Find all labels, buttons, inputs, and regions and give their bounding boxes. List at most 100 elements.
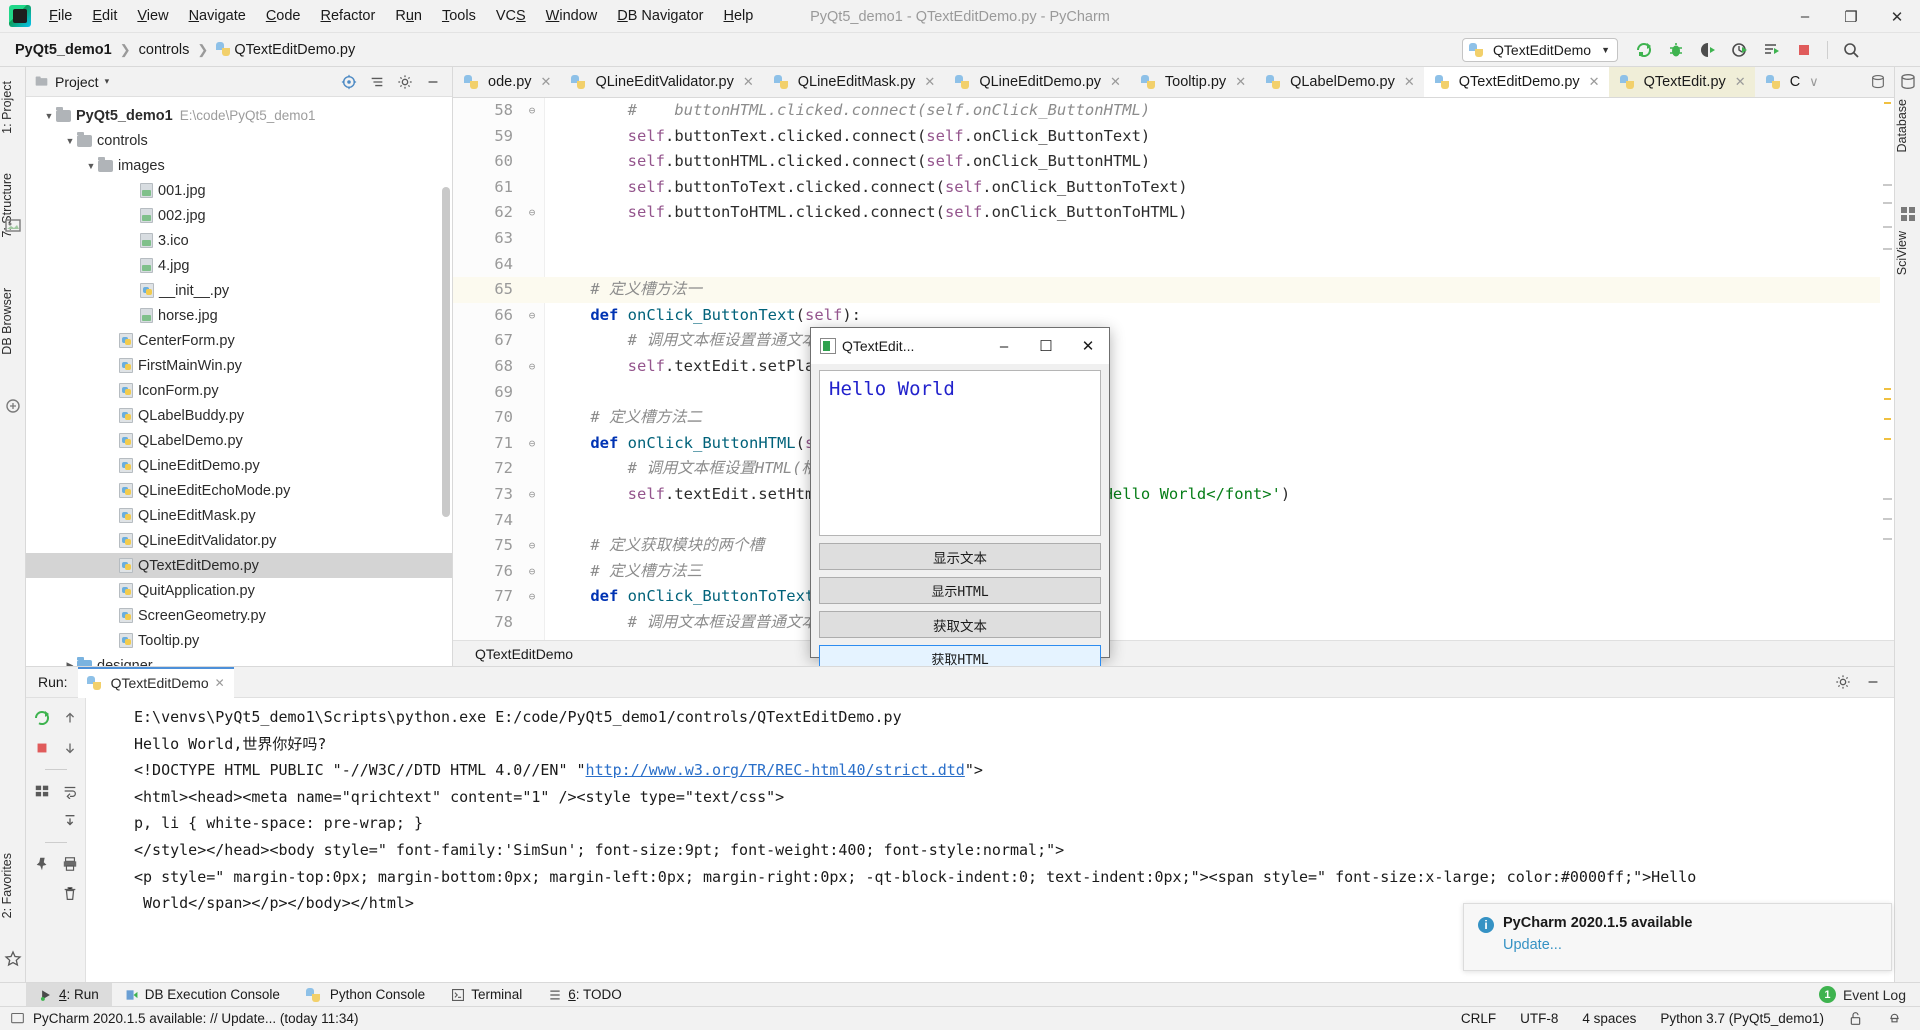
fold-marker-icon[interactable]: ⊖ <box>525 533 539 559</box>
event-log-area[interactable]: 1 Event Log <box>1818 986 1920 1003</box>
tree-item-designer[interactable]: ▶ designer <box>26 653 452 666</box>
rerun-button[interactable] <box>29 706 55 730</box>
tree-item-qlabelbuddy-py[interactable]: ▶ QLabelBuddy.py <box>26 403 452 428</box>
editor-tab-qtextedit-py[interactable]: QTextEdit.py ✕ <box>1608 67 1755 97</box>
tree-item-quitapplication-py[interactable]: ▶ QuitApplication.py <box>26 578 452 603</box>
menu-item-navigate[interactable]: Navigate <box>179 4 256 28</box>
tree-item-qlineeditechomode-py[interactable]: ▶ QLineEditEchoMode.py <box>26 478 452 503</box>
editor-marker-column[interactable] <box>1880 98 1894 640</box>
tree-item-iconform-py[interactable]: ▶ IconForm.py <box>26 378 452 403</box>
tree-item-images[interactable]: ▼ images <box>26 153 452 178</box>
status-interpreter[interactable]: Python 3.7 (PyQt5_demo1) <box>1660 1011 1824 1026</box>
sidebar-tab-database[interactable]: Database <box>1895 93 1920 159</box>
toolwindow-run[interactable]: 4: Run <box>26 982 112 1007</box>
status-indent[interactable]: 4 spaces <box>1582 1011 1636 1026</box>
run-with-params-button[interactable] <box>1758 37 1786 63</box>
editor-tab-qlineeditdemo-py[interactable]: QLineEditDemo.py ✕ <box>944 67 1130 97</box>
menu-item-code[interactable]: Code <box>256 4 311 28</box>
chevron-down-icon[interactable]: ∨ <box>1809 74 1819 90</box>
fold-marker-icon[interactable]: ⊖ <box>525 303 539 329</box>
qtextedit-demo-dialog[interactable]: QTextEdit... – ☐ ✕ Hello World 显示文本 显示HT… <box>810 327 1110 672</box>
get-text-button[interactable]: 获取文本 <box>819 611 1101 638</box>
collapse-all-button[interactable] <box>364 70 390 94</box>
show-html-button[interactable]: 显示HTML <box>819 577 1101 604</box>
close-button[interactable]: ✕ <box>1874 0 1920 33</box>
sidebar-tab-sciview[interactable]: SciView <box>1895 225 1920 281</box>
pin-tab-button[interactable] <box>29 852 55 876</box>
scroll-to-end-button[interactable] <box>57 809 83 833</box>
tree-item-3-ico[interactable]: ▶ 3.ico <box>26 228 452 253</box>
fold-marker-icon[interactable]: ⊖ <box>525 200 539 226</box>
tree-item-qlabeldemo-py[interactable]: ▶ QLabelDemo.py <box>26 428 452 453</box>
chevron-down-icon[interactable]: ▾ <box>105 76 110 87</box>
toolwindow-todo[interactable]: 6: TODO <box>535 983 635 1007</box>
fold-marker-icon[interactable]: ⊖ <box>525 354 539 380</box>
settings-gear-icon[interactable] <box>1830 670 1856 694</box>
favorites-star-icon[interactable] <box>4 397 22 415</box>
close-icon[interactable]: ✕ <box>1404 74 1415 90</box>
update-notification[interactable]: i PyCharm 2020.1.5 available Update... <box>1463 903 1892 971</box>
tree-item-controls[interactable]: ▼ controls <box>26 128 452 153</box>
run-button[interactable] <box>1630 37 1658 63</box>
profile-button[interactable] <box>1726 37 1754 63</box>
status-encoding[interactable]: UTF-8 <box>1520 1011 1558 1026</box>
fold-marker-icon[interactable]: ⊖ <box>525 98 539 124</box>
tree-item-pyqt5-demo1[interactable]: ▼ PyQt5_demo1 E:\code\PyQt5_demo1 <box>26 103 452 128</box>
clear-all-button[interactable] <box>57 882 83 906</box>
database-icon[interactable] <box>1899 73 1917 91</box>
tree-item---init---py[interactable]: ▶ __init__.py <box>26 278 452 303</box>
menu-item-view[interactable]: View <box>127 4 178 28</box>
editor-tab-ode-py[interactable]: ode.py ✕ <box>453 67 561 97</box>
chevron-down-icon[interactable]: ▼ <box>42 111 56 121</box>
menu-item-edit[interactable]: Edit <box>82 4 127 28</box>
close-icon[interactable]: ✕ <box>215 676 225 690</box>
scroll-up-button[interactable] <box>57 706 83 730</box>
menu-item-vcs[interactable]: VCS <box>486 4 536 28</box>
dialog-maximize-button[interactable]: ☐ <box>1025 328 1067 364</box>
editor-tab-qlineeditmask-py[interactable]: QLineEditMask.py ✕ <box>762 67 945 97</box>
close-icon[interactable]: ✕ <box>924 74 935 90</box>
close-icon[interactable]: ✕ <box>743 74 754 90</box>
run-tab-qtexteditdemo[interactable]: QTextEditDemo ✕ <box>77 666 234 698</box>
sidebar-tab-db-browser[interactable]: DB Browser <box>0 282 26 361</box>
close-icon[interactable]: ✕ <box>1735 74 1746 90</box>
breadcrumb-file[interactable]: QTextEditDemo.py <box>213 41 358 59</box>
unlock-icon[interactable] <box>1848 1011 1863 1026</box>
tree-item-qlineeditdemo-py[interactable]: ▶ QLineEditDemo.py <box>26 453 452 478</box>
chevron-down-icon[interactable]: ▼ <box>63 136 77 146</box>
close-icon[interactable]: ✕ <box>1235 74 1246 90</box>
menu-item-window[interactable]: Window <box>536 4 608 28</box>
console-url-link[interactable]: http://www.w3.org/TR/REC-html40/strict.d… <box>586 761 965 779</box>
tree-item-qtexteditdemo-py[interactable]: ▶ QTextEditDemo.py <box>26 553 452 578</box>
breadcrumb-folder[interactable]: controls <box>136 41 193 59</box>
editor-tab-tooltip-py[interactable]: Tooltip.py ✕ <box>1129 67 1256 97</box>
tree-item-screengeometry-py[interactable]: ▶ ScreenGeometry.py <box>26 603 452 628</box>
star-icon[interactable] <box>4 950 22 968</box>
status-message[interactable]: PyCharm 2020.1.5 available: // Update...… <box>33 1011 358 1026</box>
sidebar-tab-favorites[interactable]: 2: Favorites <box>0 847 26 924</box>
editor-tab-qlabeldemo-py[interactable]: QLabelDemo.py ✕ <box>1255 67 1424 97</box>
minimize-button[interactable]: – <box>1782 0 1828 33</box>
toolwindow-db-execution-console[interactable]: DB Execution Console <box>112 983 293 1007</box>
menu-item-help[interactable]: Help <box>713 4 763 28</box>
menu-item-tools[interactable]: Tools <box>432 4 486 28</box>
editor-tab-qtexteditdemo-py[interactable]: QTextEditDemo.py ✕ <box>1423 67 1609 97</box>
notification-update-link[interactable]: Update... <box>1503 937 1877 953</box>
tree-item-centerform-py[interactable]: ▶ CenterForm.py <box>26 328 452 353</box>
tree-item-002-jpg[interactable]: ▶ 002.jpg <box>26 203 452 228</box>
settings-gear-icon[interactable] <box>392 70 418 94</box>
maximize-button[interactable]: ❐ <box>1828 0 1874 33</box>
grid-icon[interactable] <box>1899 205 1917 223</box>
search-everywhere-icon[interactable] <box>1837 37 1865 63</box>
fold-marker-icon[interactable]: ⊖ <box>525 584 539 610</box>
textedit-field[interactable]: Hello World <box>819 370 1101 536</box>
project-tree[interactable]: ▼ PyQt5_demo1 E:\code\PyQt5_demo1 ▼ controls… <box>26 97 452 666</box>
fold-marker-icon[interactable]: ⊖ <box>525 482 539 508</box>
breadcrumb-project[interactable]: PyQt5_demo1 <box>12 41 115 59</box>
toolwindow-python-console[interactable]: Python Console <box>293 983 438 1007</box>
database-icon[interactable] <box>1870 74 1886 90</box>
debug-button[interactable] <box>1662 37 1690 63</box>
run-configuration-selector[interactable]: QTextEditDemo ▼ <box>1462 38 1618 62</box>
sidebar-tab-project[interactable]: 1: Project <box>0 75 26 140</box>
editor-tab-bar[interactable]: ode.py ✕ QLineEditValidator.py ✕ QLineEditMa… <box>453 67 1894 98</box>
